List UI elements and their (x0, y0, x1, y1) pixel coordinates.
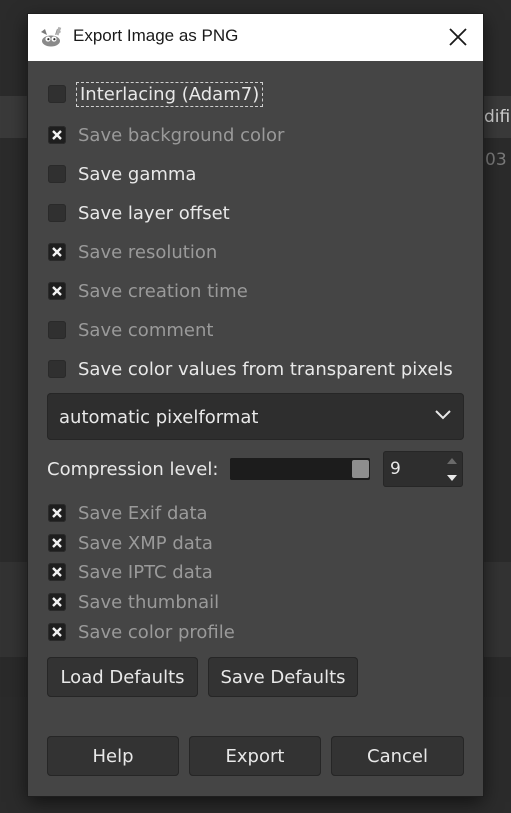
option-save-gamma[interactable]: Save gamma (48, 161, 196, 187)
option-save-xmp[interactable]: Save XMP data (48, 530, 213, 556)
check-x-icon (52, 538, 62, 548)
spin-up-button[interactable] (442, 453, 461, 468)
slider-thumb[interactable] (352, 460, 369, 478)
compression-slider[interactable] (230, 458, 370, 480)
cancel-button[interactable]: Cancel (331, 736, 464, 776)
checkbox[interactable] (48, 360, 66, 378)
option-label: Save background color (78, 124, 285, 146)
option-label: Save color values from transparent pixel… (78, 358, 453, 380)
title-bar: Export Image as PNG (28, 14, 483, 61)
option-save-layer-offset[interactable]: Save layer offset (48, 200, 230, 226)
triangle-up-icon (446, 457, 457, 464)
checkbox[interactable] (48, 85, 66, 103)
check-x-icon (52, 627, 62, 637)
option-save-creation-time[interactable]: Save creation time (48, 278, 248, 304)
load-defaults-button[interactable]: Load Defaults (47, 657, 198, 697)
export-button[interactable]: Export (189, 736, 321, 776)
option-label: Save gamma (78, 163, 197, 185)
checkbox-checked[interactable] (48, 563, 66, 581)
check-x-icon (52, 508, 62, 518)
export-png-dialog: Export Image as PNG Interlacing (Adam7) … (28, 14, 483, 796)
dialog-title: Export Image as PNG (73, 26, 239, 45)
gimp-icon (41, 26, 62, 47)
check-x-icon (52, 130, 62, 140)
checkbox-checked[interactable] (48, 504, 66, 522)
option-save-iptc[interactable]: Save IPTC data (48, 559, 213, 585)
option-save-resolution[interactable]: Save resolution (48, 239, 217, 265)
option-save-exif[interactable]: Save Exif data (48, 500, 208, 526)
checkbox-checked[interactable] (48, 593, 66, 611)
option-label: Save IPTC data (78, 561, 213, 583)
compression-spinbox[interactable]: 9 (383, 451, 463, 487)
pixelformat-value: automatic pixelformat (59, 407, 259, 428)
check-x-icon (52, 597, 62, 607)
chevron-down-icon (435, 410, 451, 420)
compression-value: 9 (390, 459, 401, 479)
option-save-thumbnail[interactable]: Save thumbnail (48, 589, 219, 615)
option-label: Interlacing (Adam7) (75, 81, 264, 107)
pixelformat-dropdown[interactable]: automatic pixelformat (47, 393, 464, 440)
option-label: Save creation time (78, 280, 248, 302)
option-label: Save Exif data (78, 502, 208, 524)
checkbox-checked[interactable] (48, 623, 66, 641)
spin-down-button[interactable] (442, 470, 461, 485)
option-save-background-color[interactable]: Save background color (48, 122, 284, 148)
checkbox-checked[interactable] (48, 282, 66, 300)
checkbox-checked[interactable] (48, 534, 66, 552)
checkbox[interactable] (48, 204, 66, 222)
background-cell-text: 03 (485, 150, 507, 170)
close-icon (449, 28, 467, 46)
check-x-icon (52, 567, 62, 577)
option-label: Save thumbnail (78, 591, 220, 613)
option-interlacing[interactable]: Interlacing (Adam7) (48, 81, 264, 107)
option-save-comment[interactable]: Save comment (48, 317, 213, 343)
check-x-icon (52, 247, 62, 257)
triangle-down-icon (446, 474, 457, 481)
background-column-header: dific (484, 107, 511, 127)
check-x-icon (52, 286, 62, 296)
checkbox-checked[interactable] (48, 126, 66, 144)
option-save-transparent-pixels[interactable]: Save color values from transparent pixel… (48, 356, 453, 382)
option-label: Save XMP data (78, 532, 213, 554)
option-save-color-profile[interactable]: Save color profile (48, 619, 235, 645)
checkbox-checked[interactable] (48, 243, 66, 261)
compression-label: Compression level: (47, 459, 219, 480)
option-label: Save color profile (78, 621, 235, 643)
save-defaults-button[interactable]: Save Defaults (208, 657, 358, 697)
close-button[interactable] (441, 20, 475, 54)
option-label: Save resolution (78, 241, 218, 263)
option-label: Save layer offset (78, 202, 230, 224)
checkbox[interactable] (48, 321, 66, 339)
help-button[interactable]: Help (47, 736, 179, 776)
checkbox[interactable] (48, 165, 66, 183)
option-label: Save comment (78, 319, 214, 341)
slider-fill (230, 458, 370, 480)
